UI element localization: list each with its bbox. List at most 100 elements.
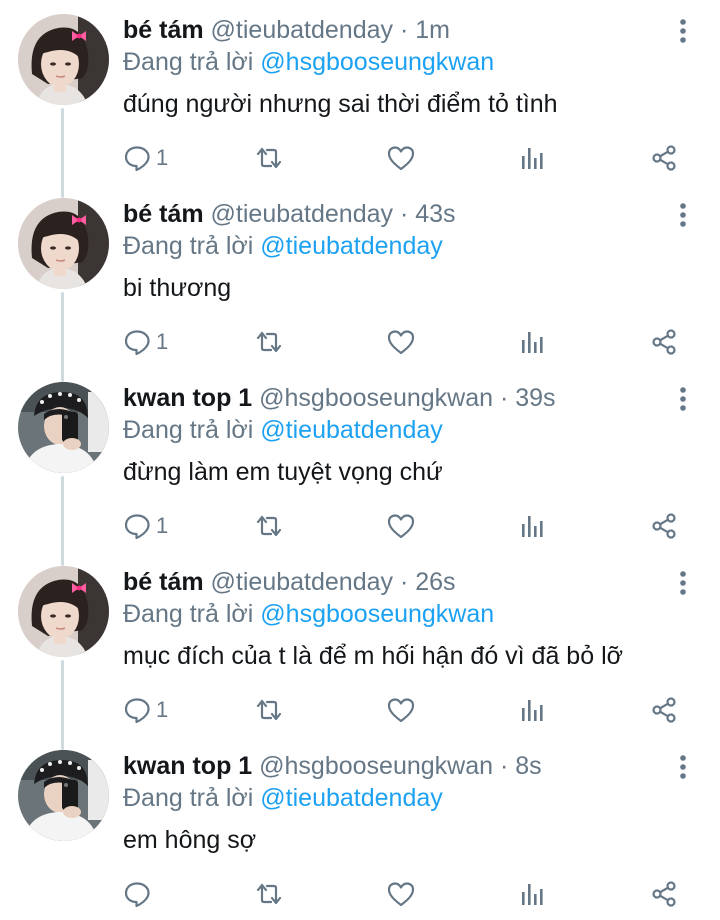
- username-handle[interactable]: @tieubatdenday: [211, 16, 393, 44]
- mention-link[interactable]: @hsgbooseungkwan: [260, 600, 494, 628]
- mention-link[interactable]: @hsgbooseungkwan: [260, 48, 494, 76]
- more-vertical-icon[interactable]: [668, 200, 698, 230]
- replying-to: Đang trả lời @tieubatdenday: [123, 782, 443, 814]
- share-icon: [652, 513, 676, 539]
- like-button[interactable]: [386, 876, 416, 912]
- more-vertical-icon[interactable]: [668, 16, 698, 46]
- display-name[interactable]: kwan top 1: [123, 384, 252, 412]
- replying-to-label: Đang trả lời: [123, 48, 254, 76]
- analytics-button[interactable]: [518, 692, 546, 728]
- avatar-photo-pink-bow: [18, 14, 109, 105]
- heart-icon: [387, 698, 415, 723]
- action-bar: [0, 876, 720, 912]
- analytics-button[interactable]: [518, 324, 546, 360]
- display-name[interactable]: kwan top 1: [123, 752, 252, 780]
- reply-button[interactable]: 1: [123, 140, 168, 176]
- share-button[interactable]: [650, 876, 678, 912]
- retweet-button[interactable]: [254, 876, 284, 912]
- display-name[interactable]: bé tám: [123, 568, 204, 596]
- reply-bubble-icon: [124, 330, 150, 356]
- tweet-header: kwan top 1 @hsgbooseungkwan · 39s: [123, 382, 556, 414]
- share-button[interactable]: [650, 324, 678, 360]
- more-vertical-icon[interactable]: [668, 568, 698, 598]
- username-handle[interactable]: @tieubatdenday: [211, 200, 393, 228]
- reply-bubble-icon: [124, 146, 150, 172]
- tweet[interactable]: bé tám @tieubatdenday · 26s Đang trả lời…: [0, 552, 720, 736]
- reply-bubble-icon: [124, 882, 150, 908]
- analytics-button[interactable]: [518, 508, 546, 544]
- tweet-header: bé tám @tieubatdenday · 1m: [123, 14, 450, 46]
- retweet-button[interactable]: [254, 140, 284, 176]
- more-vertical-icon[interactable]: [668, 752, 698, 782]
- like-button[interactable]: [386, 508, 416, 544]
- retweet-button[interactable]: [254, 692, 284, 728]
- avatar-photo-pink-bow: [18, 198, 109, 289]
- mention-link[interactable]: @tieubatdenday: [260, 784, 442, 812]
- retweet-icon: [256, 147, 282, 169]
- retweet-button[interactable]: [254, 324, 284, 360]
- reply-button[interactable]: 1: [123, 692, 168, 728]
- analytics-button[interactable]: [518, 140, 546, 176]
- reply-button[interactable]: [123, 876, 156, 912]
- retweet-button[interactable]: [254, 508, 284, 544]
- timestamp[interactable]: 8s: [515, 752, 541, 780]
- tweet-text: bi thương: [123, 274, 232, 302]
- avatar[interactable]: [18, 566, 109, 657]
- heart-icon: [387, 882, 415, 907]
- like-button[interactable]: [386, 324, 416, 360]
- mention-link[interactable]: @tieubatdenday: [260, 416, 442, 444]
- tweet-header: kwan top 1 @hsgbooseungkwan · 8s: [123, 750, 542, 782]
- replying-to: Đang trả lời @tieubatdenday: [123, 414, 443, 446]
- like-button[interactable]: [386, 140, 416, 176]
- like-button[interactable]: [386, 692, 416, 728]
- username-handle[interactable]: @hsgbooseungkwan: [259, 752, 493, 780]
- reply-count: 1: [156, 329, 169, 354]
- timestamp[interactable]: 1m: [415, 16, 450, 44]
- reply-button[interactable]: 1: [123, 324, 168, 360]
- action-bar: 1: [0, 140, 720, 176]
- replying-to: Đang trả lời @tieubatdenday: [123, 230, 443, 262]
- heart-icon: [387, 146, 415, 171]
- avatar[interactable]: [18, 198, 109, 289]
- display-name[interactable]: bé tám: [123, 16, 204, 44]
- reply-count: 1: [156, 697, 169, 722]
- avatar-photo-pink-bow: [18, 566, 109, 657]
- display-name[interactable]: bé tám: [123, 200, 204, 228]
- avatar-photo-mirror-selfie: [18, 750, 109, 841]
- timestamp[interactable]: 43s: [415, 200, 455, 228]
- replying-to: Đang trả lời @hsgbooseungkwan: [123, 46, 494, 78]
- separator-dot: ·: [399, 16, 409, 44]
- separator-dot: ·: [399, 200, 409, 228]
- analytics-button[interactable]: [518, 876, 546, 912]
- replying-to-label: Đang trả lời: [123, 600, 254, 628]
- tweet[interactable]: kwan top 1 @hsgbooseungkwan · 39s Đang t…: [0, 368, 720, 552]
- tweet[interactable]: bé tám @tieubatdenday · 43s Đang trả lời…: [0, 184, 720, 368]
- thread-feed: bé tám @tieubatdenday · 1m Đang trả lời …: [0, 0, 720, 913]
- share-button[interactable]: [650, 508, 678, 544]
- reply-button[interactable]: 1: [123, 508, 168, 544]
- timestamp[interactable]: 39s: [515, 384, 555, 412]
- retweet-icon: [256, 331, 282, 353]
- replying-to-label: Đang trả lời: [123, 232, 254, 260]
- avatar[interactable]: [18, 382, 109, 473]
- share-button[interactable]: [650, 140, 678, 176]
- username-handle[interactable]: @tieubatdenday: [211, 568, 393, 596]
- avatar[interactable]: [18, 14, 109, 105]
- analytics-bars-icon: [522, 884, 543, 905]
- heart-icon: [387, 330, 415, 355]
- retweet-icon: [256, 883, 282, 905]
- tweet[interactable]: bé tám @tieubatdenday · 1m Đang trả lời …: [0, 0, 720, 184]
- username-handle[interactable]: @hsgbooseungkwan: [259, 384, 493, 412]
- share-icon: [652, 881, 676, 907]
- tweet[interactable]: kwan top 1 @hsgbooseungkwan · 8s Đang tr…: [0, 736, 720, 920]
- avatar[interactable]: [18, 750, 109, 841]
- more-vertical-icon[interactable]: [668, 384, 698, 414]
- share-icon: [652, 145, 676, 171]
- replying-to-label: Đang trả lời: [123, 784, 254, 812]
- timestamp[interactable]: 26s: [415, 568, 455, 596]
- retweet-icon: [256, 699, 282, 721]
- heart-icon: [387, 514, 415, 539]
- tweet-header: bé tám @tieubatdenday · 43s: [123, 198, 456, 230]
- mention-link[interactable]: @tieubatdenday: [260, 232, 442, 260]
- share-button[interactable]: [650, 692, 678, 728]
